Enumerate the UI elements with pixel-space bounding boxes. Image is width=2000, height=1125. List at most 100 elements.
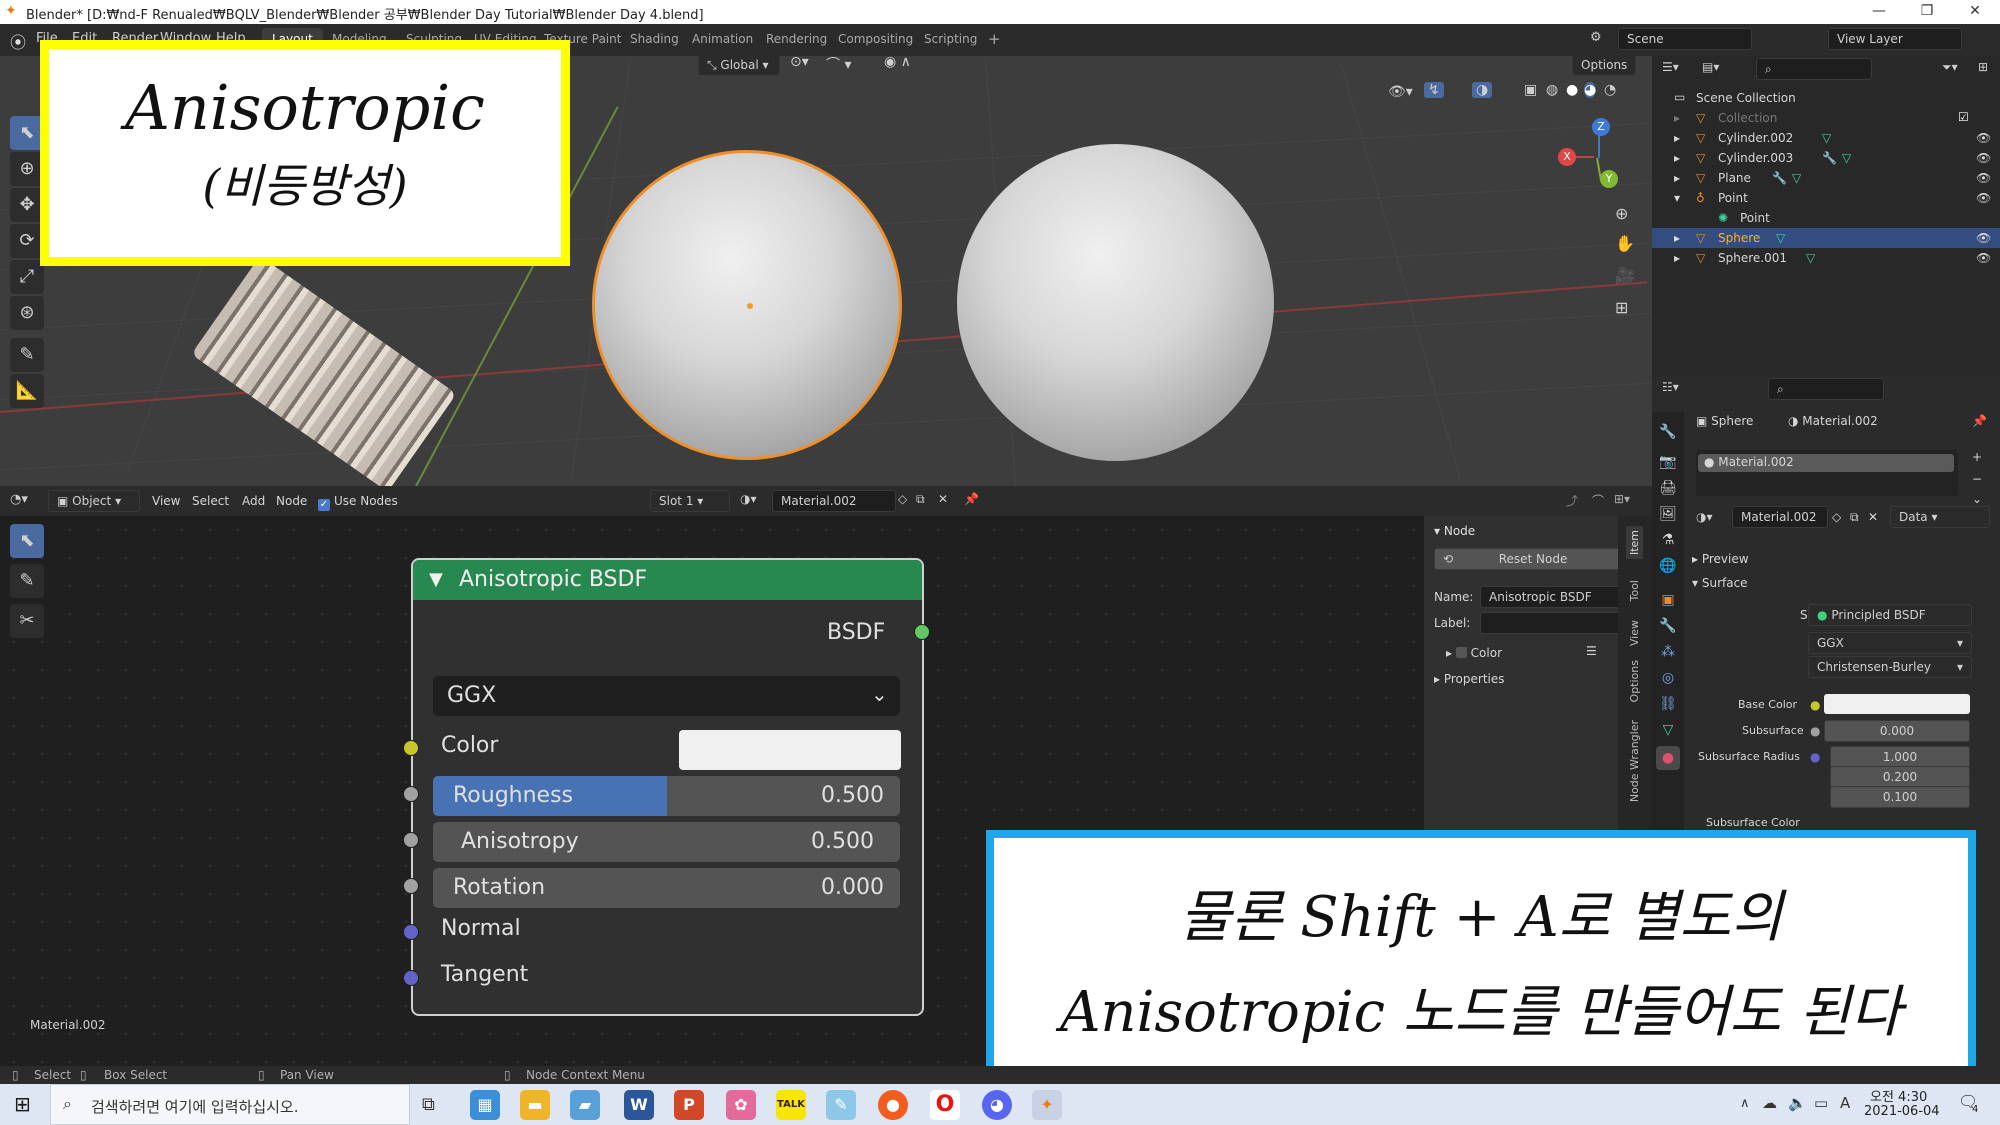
slot-specials-icon[interactable]: ⌄: [1972, 492, 1982, 506]
selected-sphere[interactable]: [592, 150, 902, 460]
outliner-search[interactable]: ⌕: [1756, 58, 1872, 80]
tab-view[interactable]: View: [1626, 616, 1643, 650]
store-app-icon[interactable]: ▦: [470, 1090, 500, 1120]
tray-chevron-icon[interactable]: ∧: [1740, 1096, 1750, 1111]
camera-icon[interactable]: 🎥: [1615, 266, 1635, 285]
tab-options[interactable]: Options: [1626, 656, 1643, 706]
menu-add[interactable]: Add: [242, 494, 265, 508]
rotation-slider[interactable]: Rotation 0.000: [433, 868, 900, 908]
checkbox-icon[interactable]: ☑: [1958, 110, 1969, 124]
distribution-dropdown[interactable]: GGX ⌄: [433, 676, 900, 716]
color-subpanel[interactable]: ▸ Color: [1446, 646, 1502, 660]
eye-icon[interactable]: 👁: [1976, 151, 1991, 165]
cursor-tool-icon[interactable]: ⊕: [10, 152, 44, 186]
blender-menu-icon[interactable]: ⦿: [10, 29, 26, 53]
node-select-tool-icon[interactable]: ⬉: [10, 524, 44, 558]
eye-icon[interactable]: 👁: [1976, 131, 1991, 145]
firefox-app-icon[interactable]: ●: [878, 1090, 908, 1120]
unlink-icon[interactable]: ✕: [1868, 510, 1878, 524]
use-nodes-toggle[interactable]: ✓ Use Nodes: [318, 494, 398, 511]
ime-lang[interactable]: A: [1840, 1094, 1850, 1112]
new-collection-icon[interactable]: ⊞: [1978, 60, 1988, 74]
fake-user-icon[interactable]: ◇: [1832, 510, 1841, 524]
tab-tool[interactable]: Tool: [1626, 576, 1643, 605]
base-color-swatch[interactable]: [1824, 694, 1970, 714]
select-tool-icon[interactable]: ⬉: [10, 116, 44, 150]
outliner-row-cylinder-002[interactable]: ▸ ▽ Cylinder.002 ▽ 👁: [1652, 128, 2000, 148]
parent-node-tree-icon[interactable]: ⤴: [1566, 492, 1578, 509]
anisotropic-bsdf-node[interactable]: ▼ Anisotropic BSDF BSDF GGX ⌄ Color Roug…: [403, 558, 930, 1016]
outliner-row-sphere[interactable]: ▸ ▽ Sphere ▽ 👁: [1652, 228, 2000, 248]
proportional-edit-icon[interactable]: ◉ ∧: [884, 56, 911, 70]
distribution-dropdown[interactable]: GGX ▾: [1808, 632, 1972, 654]
surface-panel[interactable]: ▾ Surface: [1692, 576, 1748, 590]
view-layer-field[interactable]: View Layer: [1828, 28, 1962, 50]
link-cut-tool-icon[interactable]: ✂: [10, 604, 44, 638]
pin-icon[interactable]: 📌: [964, 492, 979, 506]
gizmo-toggle-icon[interactable]: ↯: [1424, 82, 1444, 98]
tab-compositing[interactable]: Compositing: [828, 28, 923, 52]
material-browse-icon[interactable]: ◑▾: [1696, 510, 1713, 524]
tab-node-wrangler[interactable]: Node Wrangler: [1626, 716, 1643, 806]
options-dropdown[interactable]: Options: [1572, 56, 1636, 76]
task-view-icon[interactable]: ⧉: [422, 1094, 435, 1115]
eye-icon[interactable]: 👁: [1976, 251, 1991, 265]
tab-shading[interactable]: Shading: [620, 28, 689, 52]
anisotropy-slider[interactable]: Anisotropy 0.500: [433, 822, 900, 862]
rotate-tool-icon[interactable]: ⟳: [10, 224, 44, 258]
material-name-field[interactable]: Material.002: [772, 490, 896, 512]
world-tab-icon[interactable]: 🌐: [1656, 554, 1680, 578]
modifier-tab-icon[interactable]: 🔧: [1656, 614, 1680, 638]
material-browse-icon[interactable]: ◑▾: [740, 492, 757, 506]
menu-select[interactable]: Select: [192, 494, 229, 508]
word-app-icon[interactable]: W: [624, 1090, 654, 1120]
network-icon[interactable]: ▭: [1814, 1094, 1828, 1112]
properties-search[interactable]: ⌕: [1768, 378, 1884, 400]
kakaotalk-app-icon[interactable]: TALK: [776, 1090, 806, 1120]
minimize-button[interactable]: —: [1856, 0, 1902, 24]
scene-field[interactable]: Scene: [1618, 28, 1752, 50]
anisotropy-input-socket[interactable]: [403, 832, 419, 848]
maximize-button[interactable]: ❐: [1904, 0, 1950, 24]
link-data-dropdown[interactable]: Data ▾: [1890, 506, 1990, 528]
gizmo-z[interactable]: Z: [1592, 118, 1610, 136]
outliner-row-point[interactable]: ▾ ♁ Point 👁: [1652, 188, 2000, 208]
radius-z-field[interactable]: 0.100: [1830, 786, 1970, 808]
menu-node[interactable]: Node: [276, 494, 307, 508]
gizmo-y[interactable]: Y: [1600, 170, 1618, 188]
node-header[interactable]: ▼ Anisotropic BSDF: [413, 560, 922, 600]
properties-subpanel[interactable]: ▸ Properties: [1434, 672, 1505, 686]
bsdf-output-socket[interactable]: [914, 624, 930, 640]
color-swatch[interactable]: [679, 730, 901, 770]
shading-rendered-icon[interactable]: ◔: [1604, 82, 1616, 98]
color-input-socket[interactable]: [403, 740, 419, 756]
eye-icon[interactable]: 👁: [1976, 171, 1991, 185]
particles-tab-icon[interactable]: ⁂: [1656, 640, 1680, 664]
shading-solid-icon[interactable]: ●: [1566, 82, 1578, 98]
node-label-field[interactable]: [1480, 612, 1622, 634]
shader-type-dropdown[interactable]: ▣ Object ▾: [48, 490, 140, 512]
sphere-001[interactable]: [957, 144, 1274, 461]
add-slot-button[interactable]: +: [1972, 450, 1982, 464]
remove-slot-button[interactable]: −: [1972, 472, 1982, 486]
cloud-icon[interactable]: ☁: [1762, 1094, 1777, 1112]
menu-view[interactable]: View: [152, 494, 180, 508]
tab-scripting[interactable]: Scripting: [914, 28, 987, 52]
ortho-grid-icon[interactable]: ⊞: [1615, 298, 1628, 317]
eye-icon[interactable]: 👁: [1976, 191, 1991, 205]
zoom-icon[interactable]: ⊕: [1615, 204, 1628, 223]
blender-app-icon[interactable]: ✦: [1032, 1090, 1062, 1120]
volume-icon[interactable]: 🔈: [1788, 1094, 1807, 1112]
move-tool-icon[interactable]: ✥: [10, 188, 44, 222]
outliner-row-sphere-001[interactable]: ▸ ▽ Sphere.001 ▽ 👁: [1652, 248, 2000, 268]
surface-shader-field[interactable]: ● Principled BSDF: [1808, 604, 1972, 626]
radius-x-field[interactable]: 1.000: [1830, 746, 1970, 768]
clock-date[interactable]: 2021-06-04: [1864, 1104, 1940, 1119]
overlay-toggle-icon[interactable]: ◑: [1472, 82, 1493, 98]
eye-icon[interactable]: 👁: [1976, 231, 1991, 245]
clock-time[interactable]: 오전 4:30: [1870, 1086, 1927, 1105]
subsurface-field[interactable]: 0.000: [1824, 720, 1970, 742]
outliner-type-icon[interactable]: ☰▾: [1662, 60, 1679, 74]
fake-user-icon[interactable]: ◇: [898, 492, 907, 506]
collapse-arrow-icon[interactable]: ▼: [429, 569, 443, 590]
